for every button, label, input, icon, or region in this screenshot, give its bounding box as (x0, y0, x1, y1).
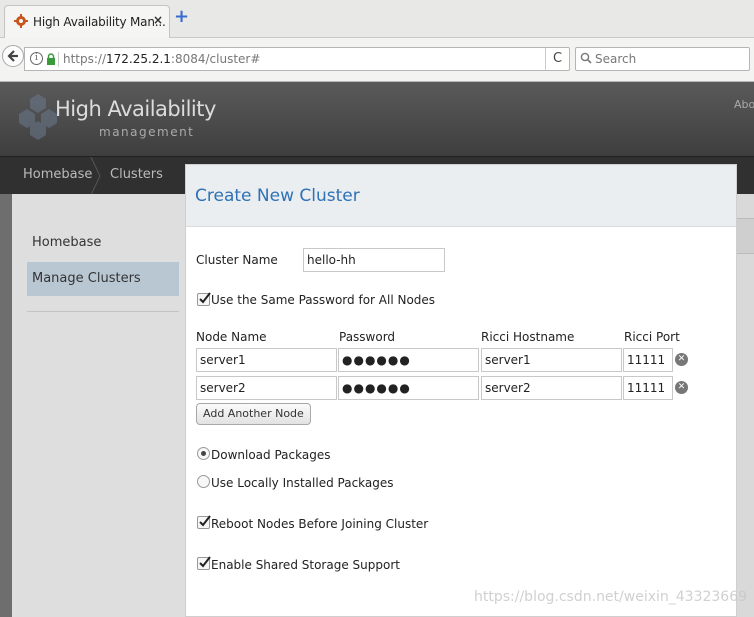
breadcrumb-clusters[interactable]: Clusters (110, 167, 163, 182)
url-text[interactable]: https://172.25.2.1:8084/cluster# (63, 52, 260, 66)
app-header: High Availability management Abo (0, 82, 754, 156)
column-node-name: Node Name (196, 330, 267, 344)
check-icon (199, 515, 211, 527)
column-password: Password (339, 330, 396, 344)
local-packages-label: Use Locally Installed Packages (211, 476, 394, 490)
reboot-nodes-checkbox[interactable] (197, 515, 211, 529)
watermark: https://blog.csdn.net/weixin_43323669 (474, 589, 748, 605)
app-title: High Availability (55, 97, 216, 121)
create-cluster-dialog: Create New Cluster Cluster Name hello-hh… (185, 164, 737, 617)
node-1-password-input[interactable]: ●●●●●● (338, 348, 479, 372)
add-another-node-button[interactable]: Add Another Node (196, 403, 311, 425)
same-password-checkbox[interactable] (197, 292, 211, 306)
close-tab-icon[interactable]: × (153, 13, 163, 27)
same-password-label: Use the Same Password for All Nodes (211, 293, 436, 307)
sidebar-item-manage-clusters[interactable]: Manage Clusters (27, 262, 179, 296)
node-2-hostname-input[interactable]: server2 (481, 376, 622, 400)
local-packages-radio[interactable] (197, 475, 210, 488)
app-subtitle: management (99, 125, 195, 139)
remove-node-2-icon[interactable]: ✕ (675, 381, 688, 394)
node-1-name-input[interactable]: server1 (196, 348, 337, 372)
url-bar[interactable]: i https://172.25.2.1:8084/cluster# C (24, 47, 570, 71)
radio-selected-dot (201, 451, 206, 456)
back-arrow-icon (7, 50, 18, 62)
sidebar-divider (27, 311, 179, 312)
check-icon (199, 292, 211, 304)
column-ricci-port: Ricci Port (624, 330, 680, 344)
node-2-name-input[interactable]: server2 (196, 376, 337, 400)
tab-title: High Availability Man... (33, 15, 166, 29)
browser-nav-bar: i https://172.25.2.1:8084/cluster# C Sea… (0, 38, 754, 82)
node-1-hostname-input[interactable]: server1 (481, 348, 622, 372)
browser-tab[interactable]: High Availability Man... × (4, 5, 170, 38)
url-separator (58, 52, 59, 67)
search-icon (580, 52, 592, 67)
shared-storage-checkbox[interactable] (197, 556, 211, 570)
node-2-password-input[interactable]: ●●●●●● (338, 376, 479, 400)
remove-node-1-icon[interactable]: ✕ (675, 353, 688, 366)
check-icon (199, 556, 211, 568)
column-ricci-hostname: Ricci Hostname (481, 330, 575, 344)
cluster-name-input[interactable]: hello-hh (303, 248, 445, 272)
node-2-port-input[interactable]: 11111 (623, 376, 673, 400)
sidebar-item-homebase[interactable]: Homebase (27, 226, 179, 260)
download-packages-label: Download Packages (211, 448, 331, 462)
about-link[interactable]: Abo (734, 98, 754, 111)
back-button[interactable] (2, 45, 24, 67)
background-toolbar-strip (737, 218, 754, 254)
dialog-title: Create New Cluster (195, 186, 360, 206)
new-tab-icon[interactable]: + (174, 8, 189, 26)
reboot-nodes-label: Reboot Nodes Before Joining Cluster (211, 517, 429, 531)
dialog-header: Create New Cluster (186, 165, 736, 227)
browser-tab-bar: High Availability Man... × + (0, 0, 754, 38)
info-icon[interactable]: i (30, 52, 43, 65)
shared-storage-label: Enable Shared Storage Support (211, 558, 400, 572)
cluster-name-label: Cluster Name (196, 253, 278, 267)
breadcrumb-separator-icon (90, 156, 102, 198)
breadcrumb-homebase[interactable]: Homebase (23, 167, 92, 182)
download-packages-radio[interactable] (197, 447, 210, 460)
node-1-port-input[interactable]: 11111 (623, 348, 673, 372)
browser-search-input[interactable]: Search (575, 47, 750, 71)
sidebar: Homebase Manage Clusters (12, 194, 192, 617)
reload-icon[interactable]: C (545, 48, 569, 70)
search-placeholder: Search (595, 52, 637, 66)
logo-icon (18, 92, 58, 143)
gear-favicon-icon (14, 14, 28, 28)
lock-icon[interactable] (46, 53, 56, 68)
